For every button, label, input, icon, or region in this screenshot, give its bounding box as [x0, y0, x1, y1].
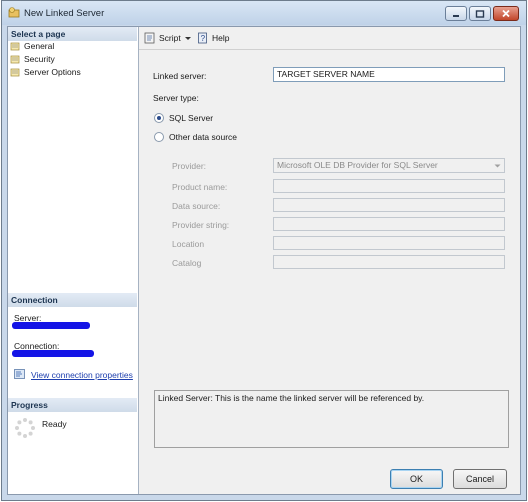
page-label-security: Security — [24, 54, 55, 64]
title-bar[interactable]: New Linked Server — [2, 1, 526, 25]
minimize-icon — [453, 14, 459, 17]
sql-server-option-label[interactable]: SQL Server — [169, 113, 213, 123]
catalog-input[interactable] — [273, 255, 505, 269]
svg-text:?: ? — [201, 34, 206, 43]
page-label-server-options: Server Options — [24, 67, 81, 77]
page-icon — [10, 68, 20, 77]
progress-header: Progress — [8, 398, 137, 412]
progress-spinner-icon — [15, 418, 35, 438]
view-connection-properties-link[interactable]: View connection properties — [31, 370, 133, 380]
provider-string-input[interactable] — [273, 217, 505, 231]
chevron-down-icon — [494, 164, 501, 168]
data-source-label: Data source: — [172, 201, 221, 211]
linked-server-input[interactable]: TARGET SERVER NAME — [273, 67, 505, 82]
linked-server-label: Linked server: — [153, 71, 207, 81]
redacted-server-name — [12, 322, 90, 329]
cancel-button[interactable]: Cancel — [453, 469, 507, 489]
window-title: New Linked Server — [24, 8, 105, 19]
ok-button[interactable]: OK — [390, 469, 443, 489]
left-pane: Select a page General Security Server Op… — [8, 27, 139, 494]
dialog-window: New Linked Server Select a page General … — [1, 0, 527, 501]
location-label: Location — [172, 239, 205, 249]
sql-server-radio[interactable] — [154, 113, 164, 123]
provider-select[interactable]: Microsoft OLE DB Provider for SQL Server — [273, 158, 505, 173]
product-name-input[interactable] — [273, 179, 505, 193]
data-source-input[interactable] — [273, 198, 505, 212]
right-pane: Script ? Help Linked server: TARGET SERV… — [139, 27, 520, 494]
description-text: Linked Server: This is the name the link… — [158, 393, 425, 403]
other-data-source-option-label[interactable]: Other data source — [169, 132, 237, 142]
close-icon — [502, 9, 510, 18]
provider-label: Provider: — [172, 161, 207, 171]
maximize-button[interactable] — [469, 6, 491, 21]
product-name-label: Product name: — [172, 182, 228, 192]
minimize-button[interactable] — [445, 6, 467, 21]
linked-server-icon — [8, 7, 20, 18]
script-icon — [144, 32, 155, 44]
other-data-source-radio[interactable] — [154, 132, 164, 142]
redacted-connection-name — [12, 350, 94, 357]
page-icon — [10, 55, 20, 64]
progress-status: Ready — [42, 419, 67, 429]
page-security[interactable]: Security — [10, 53, 55, 65]
connection-properties-icon — [14, 369, 25, 379]
dialog-client: Select a page General Security Server Op… — [7, 26, 521, 495]
description-panel: Linked Server: This is the name the link… — [154, 390, 509, 448]
connection-header: Connection — [8, 293, 137, 307]
page-icon — [10, 42, 20, 51]
select-page-header: Select a page — [8, 27, 137, 41]
page-general[interactable]: General — [10, 40, 54, 52]
server-type-label: Server type: — [153, 93, 199, 103]
page-label-general: General — [24, 41, 55, 51]
location-input[interactable] — [273, 236, 505, 250]
catalog-label: Catalog — [172, 258, 202, 268]
toolbar: Script ? Help — [139, 27, 520, 50]
help-button[interactable]: ? Help — [197, 31, 229, 45]
chevron-down-icon — [184, 37, 191, 40]
provider-value: Microsoft OLE DB Provider for SQL Server — [277, 160, 438, 170]
script-label: Script — [159, 33, 181, 43]
maximize-icon — [475, 9, 485, 18]
page-server-options[interactable]: Server Options — [10, 66, 81, 78]
provider-string-label: Provider string: — [172, 220, 230, 230]
help-label: Help — [212, 33, 230, 43]
script-button[interactable]: Script — [144, 31, 192, 45]
help-icon: ? — [198, 32, 207, 44]
close-button[interactable] — [493, 6, 519, 21]
